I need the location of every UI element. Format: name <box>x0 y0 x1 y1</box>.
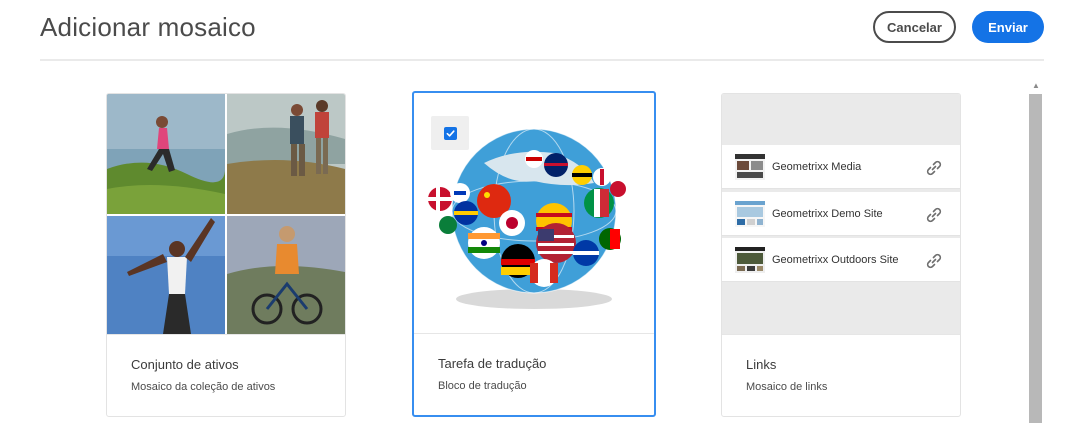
card-subtitle: Mosaico da coleção de ativos <box>131 381 276 393</box>
card-footer: Tarefa de tradução Bloco de tradução <box>414 333 654 415</box>
scrollbar-thumb[interactable] <box>1029 94 1042 423</box>
asset-mosaic-image <box>107 94 345 334</box>
card-title: Tarefa de tradução <box>438 356 547 371</box>
page-title: Adicionar mosaico <box>40 12 256 42</box>
check-icon <box>446 129 455 137</box>
site-thumbnail-icon <box>735 247 765 273</box>
link-icon[interactable] <box>925 206 943 224</box>
header-divider <box>40 59 1044 61</box>
card-footer: Conjunto de ativos Mosaico da coleção de… <box>107 334 345 416</box>
checkbox-container <box>431 116 469 150</box>
select-checkbox[interactable] <box>443 126 457 140</box>
link-item: Geometrixx Demo Site <box>722 192 960 236</box>
link-item: Geometrixx Media <box>722 145 960 189</box>
link-icon[interactable] <box>925 252 943 270</box>
site-thumbnail-icon <box>735 154 765 180</box>
card-subtitle: Bloco de tradução <box>438 380 527 392</box>
link-label: Geometrixx Demo Site <box>772 208 883 220</box>
scroll-up-arrow-icon[interactable]: ▲ <box>1032 82 1040 90</box>
card-footer: Links Mosaico de links <box>722 334 960 416</box>
card-title: Conjunto de ativos <box>131 357 239 372</box>
submit-button[interactable]: Enviar <box>972 11 1044 43</box>
link-label: Geometrixx Media <box>772 161 862 173</box>
card-title: Links <box>746 357 777 372</box>
site-thumbnail-icon <box>735 201 765 227</box>
link-item: Geometrixx Outdoors Site <box>722 238 960 282</box>
card-subtitle: Mosaico de links <box>746 381 828 393</box>
cancel-button[interactable]: Cancelar <box>873 11 956 43</box>
card-thumbnail <box>107 94 345 334</box>
link-icon[interactable] <box>925 159 943 177</box>
card-translation-task[interactable]: Tarefa de tradução Bloco de tradução <box>412 91 656 417</box>
card-links[interactable]: Geometrixx Media Geometrixx Demo Site Ge… <box>721 93 961 417</box>
card-thumbnail <box>414 93 654 333</box>
card-asset-collection[interactable]: Conjunto de ativos Mosaico da coleção de… <box>106 93 346 417</box>
link-label: Geometrixx Outdoors Site <box>772 254 899 266</box>
card-thumbnail: Geometrixx Media Geometrixx Demo Site Ge… <box>722 94 960 334</box>
